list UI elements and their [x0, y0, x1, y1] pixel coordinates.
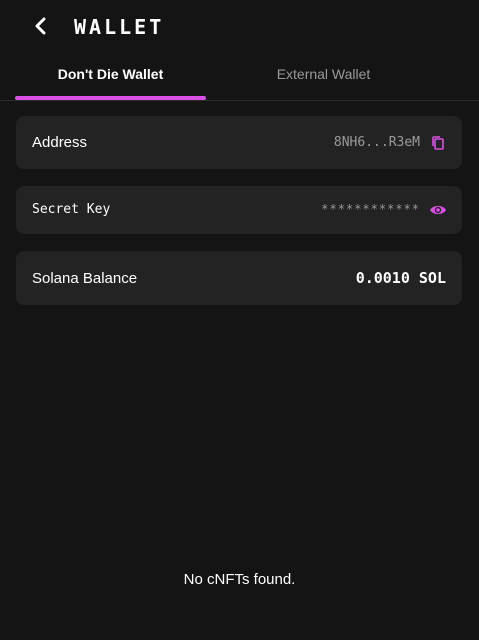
- tab-dont-die-wallet[interactable]: Don't Die Wallet: [15, 58, 206, 100]
- balance-label: Solana Balance: [32, 270, 138, 287]
- balance-value: 0.0010 SOL: [355, 269, 446, 287]
- eye-icon[interactable]: [429, 201, 447, 219]
- balance-card: Solana Balance 0.0010 SOL: [16, 251, 462, 305]
- address-value: 8NH6...R3eM: [333, 135, 420, 150]
- header: WALLET: [0, 0, 479, 54]
- secret-key-card: Secret Key ************: [16, 186, 462, 234]
- secret-key-label: Secret Key: [32, 202, 111, 217]
- wallet-tabs: Don't Die Wallet External Wallet: [0, 58, 479, 101]
- copy-icon[interactable]: [430, 135, 446, 151]
- address-label: Address: [32, 134, 88, 151]
- page-title: WALLET: [74, 15, 165, 39]
- chevron-left-icon: [35, 17, 46, 35]
- back-button[interactable]: [28, 13, 54, 39]
- active-tab-indicator: [15, 96, 206, 100]
- empty-nfts-message: No cNFTs found.: [183, 571, 296, 588]
- address-card: Address 8NH6...R3eM: [16, 116, 462, 169]
- tab-external-wallet[interactable]: External Wallet: [227, 58, 420, 100]
- secret-key-value: ************: [321, 202, 420, 216]
